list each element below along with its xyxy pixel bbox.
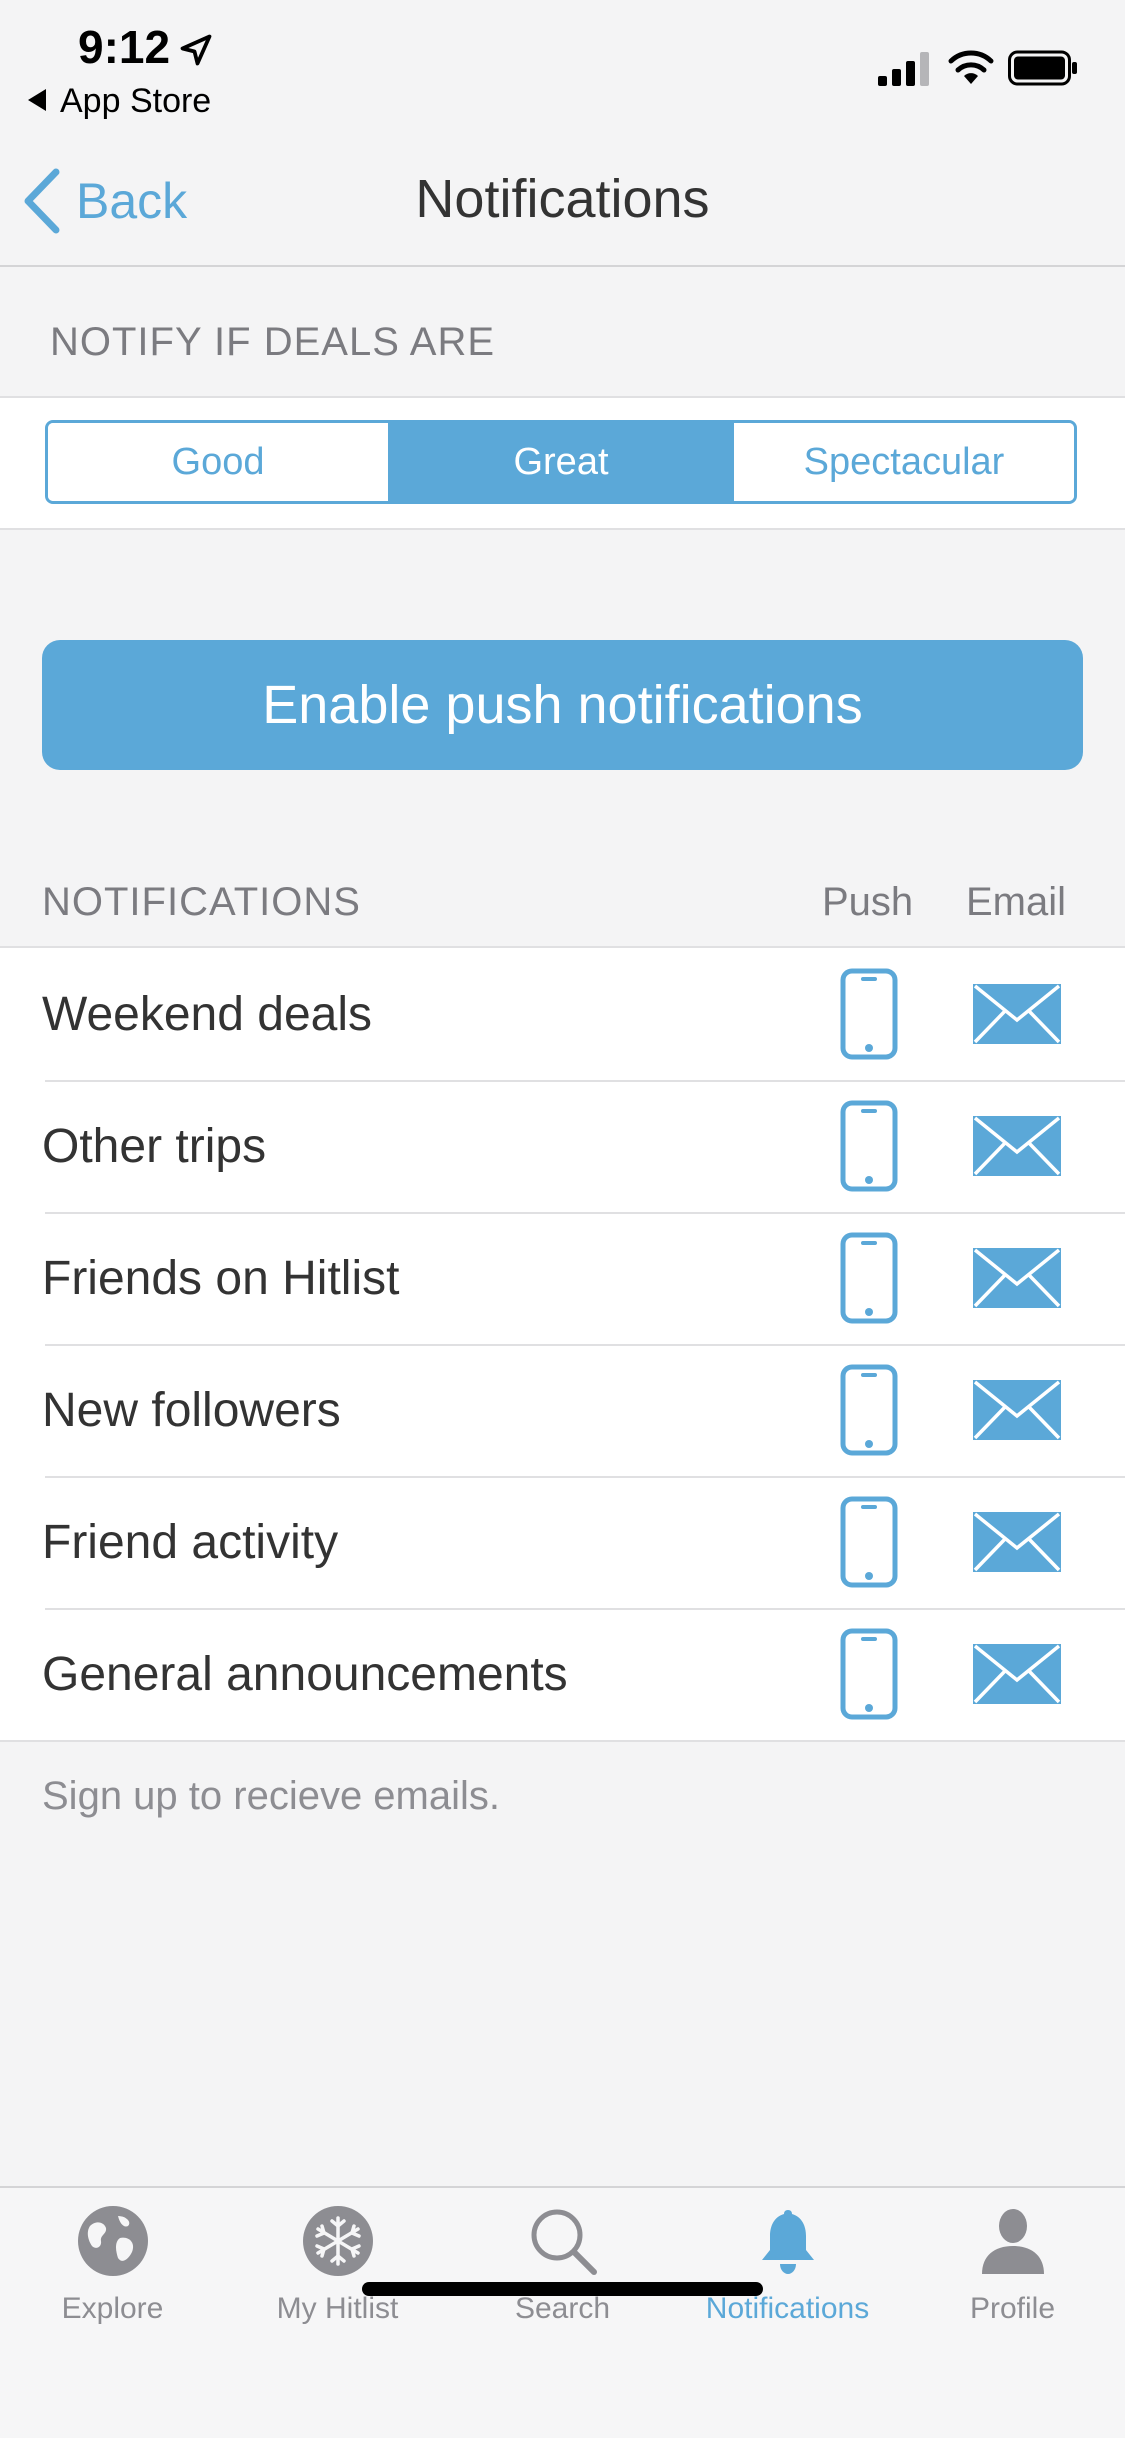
email-toggle-icon[interactable] <box>973 1512 1061 1572</box>
segment-spectacular[interactable]: Spectacular <box>731 423 1074 501</box>
email-signup-note: Sign up to recieve emails. <box>42 1774 501 1818</box>
phone-push-toggle-icon[interactable] <box>840 1496 898 1588</box>
status-back-to-app[interactable]: App Store <box>28 82 211 121</box>
email-toggle-icon[interactable] <box>973 1644 1061 1704</box>
profile-icon <box>981 2209 1044 2274</box>
list-item: Weekend deals <box>0 948 1125 1080</box>
notifications-section-header: NOTIFICATIONS <box>42 880 361 924</box>
bell-icon <box>761 2210 814 2274</box>
notification-type-label: Friends on Hitlist <box>42 1251 400 1305</box>
deal-quality-segmented-control: Good Great Spectacular <box>45 420 1077 504</box>
tab-my-hitlist[interactable]: My Hitlist <box>225 2204 450 2325</box>
notification-type-label: Other trips <box>42 1119 267 1173</box>
email-toggle-icon[interactable] <box>973 1116 1061 1176</box>
list-item: Other trips <box>0 1080 1125 1212</box>
notification-type-label: Weekend deals <box>42 987 372 1041</box>
tab-label: Explore <box>61 2292 164 2325</box>
phone-push-toggle-icon[interactable] <box>840 968 898 1060</box>
notification-type-label: New followers <box>42 1383 341 1437</box>
phone-push-toggle-icon[interactable] <box>840 1100 898 1192</box>
email-column-header: Email <box>966 880 1067 924</box>
email-toggle-icon[interactable] <box>973 1248 1061 1308</box>
tab-label: Notifications <box>705 2292 870 2325</box>
push-column-header: Push <box>822 880 914 924</box>
notification-type-label: Friend activity <box>42 1515 339 1569</box>
list-item: Friend activity <box>0 1476 1125 1608</box>
phone-push-toggle-icon[interactable] <box>840 1232 898 1324</box>
status-back-app-label: App Store <box>60 82 212 120</box>
status-time: 9:12 <box>78 21 171 73</box>
search-icon <box>531 2209 597 2275</box>
wifi-icon <box>948 50 994 84</box>
list-item: General announcements <box>0 1608 1125 1740</box>
deal-filter-header: NOTIFY IF DEALS ARE <box>50 320 496 364</box>
list-item: Friends on Hitlist <box>0 1212 1125 1344</box>
home-indicator[interactable] <box>362 2282 763 2296</box>
snowflake-icon <box>302 2206 373 2276</box>
cellular-signal-icon <box>878 52 929 86</box>
tab-search[interactable]: Search <box>450 2204 675 2325</box>
tab-explore[interactable]: Explore <box>0 2204 225 2325</box>
globe-icon <box>77 2206 148 2276</box>
email-toggle-icon[interactable] <box>973 984 1061 1044</box>
tab-profile[interactable]: Profile <box>900 2204 1125 2325</box>
notification-type-label: General announcements <box>42 1647 568 1701</box>
tab-label: My Hitlist <box>276 2292 399 2325</box>
list-item: New followers <box>0 1344 1125 1476</box>
segment-good[interactable]: Good <box>48 423 388 501</box>
battery-icon <box>1008 50 1077 86</box>
notification-settings-list: Weekend deals Other trips Friends on Hit… <box>0 946 1125 1742</box>
enable-push-notifications-button[interactable]: Enable push notifications <box>42 640 1083 770</box>
back-triangle-icon <box>28 89 46 112</box>
tab-label: Profile <box>969 2292 1056 2325</box>
location-arrow-icon <box>180 34 212 66</box>
email-toggle-icon[interactable] <box>973 1380 1061 1440</box>
tab-notifications[interactable]: Notifications <box>675 2204 900 2325</box>
phone-push-toggle-icon[interactable] <box>840 1364 898 1456</box>
page-title: Notifications <box>415 169 710 229</box>
phone-push-toggle-icon[interactable] <box>840 1628 898 1720</box>
segment-great[interactable]: Great <box>388 423 731 501</box>
tab-label: Search <box>514 2292 611 2325</box>
